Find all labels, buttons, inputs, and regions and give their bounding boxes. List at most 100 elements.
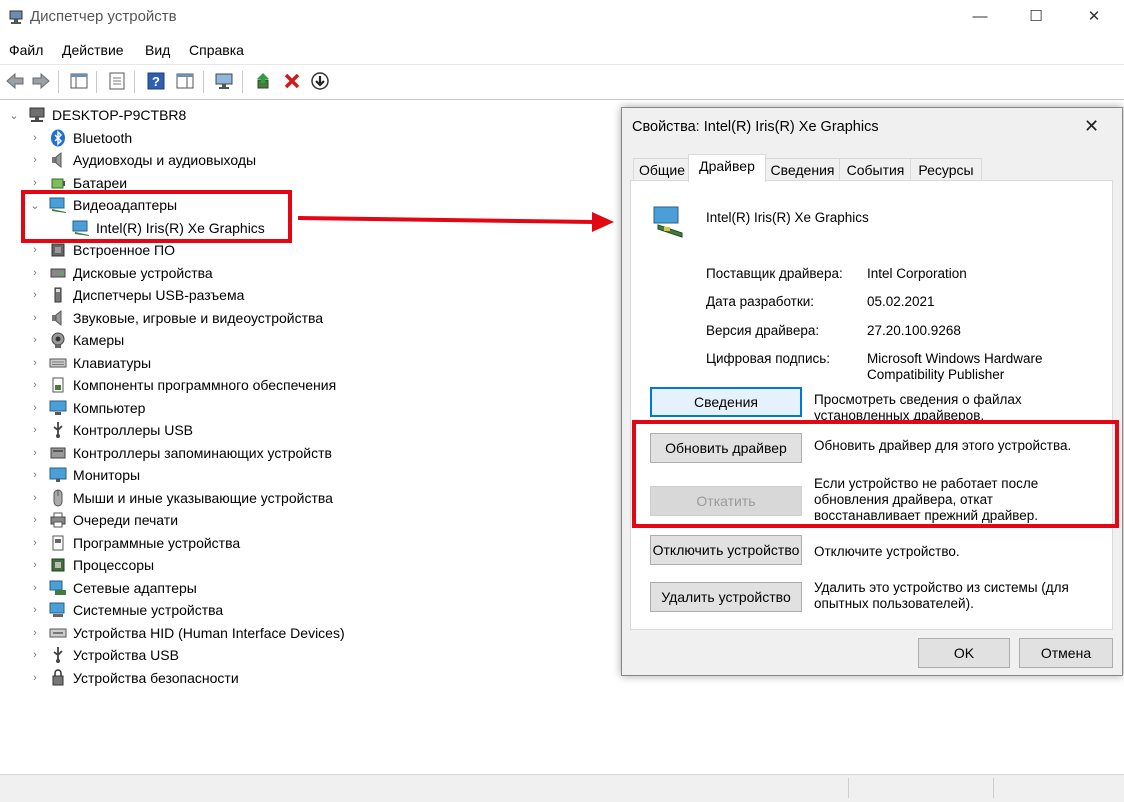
printer-icon (49, 511, 67, 529)
chevron-right-icon[interactable]: › (29, 447, 41, 459)
tree-item-category[interactable]: › Аудиовходы и аудиовыходы (29, 149, 256, 171)
tree-item-category[interactable]: › Компьютер (29, 397, 145, 419)
usb-icon (49, 646, 67, 664)
tree-item-label: Системные устройства (73, 602, 224, 618)
camera-icon (49, 331, 67, 349)
chevron-down-icon[interactable]: ⌄ (8, 109, 20, 122)
uninstall-device-button[interactable]: Удалить устройство (650, 582, 802, 612)
ok-button[interactable]: OK (918, 638, 1010, 668)
field-label-version: Версия драйвера: (706, 323, 820, 338)
console-tree-icon[interactable] (68, 70, 90, 92)
device-name: Intel(R) Iris(R) Xe Graphics (706, 210, 869, 225)
disable-device-button[interactable]: Отключить устройство (650, 535, 802, 565)
menu-file[interactable]: Файл (9, 42, 43, 58)
tree-item-label: Компоненты программного обеспечения (73, 377, 337, 393)
field-label-provider: Поставщик драйвера: (706, 266, 843, 281)
tree-item-category[interactable]: › Программные устройства (29, 532, 240, 554)
maximize-button[interactable]: ☐ (1013, 0, 1059, 34)
close-button[interactable]: ✕ (1071, 0, 1117, 34)
tree-root-label: DESKTOP-P9CTBR8 (52, 107, 187, 123)
disable-device-icon[interactable] (309, 70, 331, 92)
menu-view[interactable]: Вид (145, 42, 170, 58)
driver-details-button[interactable]: Сведения (650, 387, 802, 417)
tree-item-label: Встроенное ПО (73, 242, 175, 258)
cancel-button[interactable]: Отмена (1019, 638, 1113, 668)
tree-item-category[interactable]: › Контроллеры запоминающих устройств (29, 442, 332, 464)
tree-item-label: Компьютер (73, 400, 146, 416)
chevron-right-icon[interactable]: › (29, 132, 41, 144)
forward-icon[interactable] (30, 70, 52, 92)
tree-item-category[interactable]: › Звуковые, игровые и видеоустройства (29, 307, 323, 329)
tab-resources[interactable]: Ресурсы (910, 158, 982, 181)
field-value-date: 05.02.2021 (867, 294, 935, 309)
dialog-close-button[interactable]: ✕ (1084, 116, 1099, 137)
chevron-right-icon[interactable]: › (29, 357, 41, 369)
tree-item-category[interactable]: › Дисковые устройства (29, 262, 213, 284)
chevron-right-icon[interactable]: › (29, 334, 41, 346)
minimize-button[interactable]: — (957, 0, 1003, 34)
chevron-right-icon[interactable]: › (29, 537, 41, 549)
chevron-right-icon[interactable]: › (29, 402, 41, 414)
chevron-right-icon[interactable]: › (29, 559, 41, 571)
chevron-right-icon[interactable]: › (29, 604, 41, 616)
computer-icon (49, 399, 67, 417)
keyboard-icon (49, 354, 67, 372)
tab-driver[interactable]: Драйвер (688, 154, 766, 182)
tree-item-category[interactable]: › Клавиатуры (29, 352, 151, 374)
tree-item-category[interactable]: › Устройства USB (29, 644, 179, 666)
back-icon[interactable] (4, 70, 26, 92)
action-pane-icon[interactable] (174, 70, 196, 92)
tree-item-label: Аудиовходы и аудиовыходы (73, 152, 257, 168)
tree-item-category[interactable]: › Bluetooth (29, 127, 132, 149)
chevron-right-icon[interactable]: › (29, 627, 41, 639)
tree-item-label: Контроллеры USB (73, 422, 193, 438)
tab-general[interactable]: Общие (633, 158, 691, 181)
tree-item-category[interactable]: › Устройства безопасности (29, 667, 239, 689)
chevron-right-icon[interactable]: › (29, 469, 41, 481)
tree-item-label: Дисковые устройства (73, 265, 213, 281)
chevron-right-icon[interactable]: › (29, 649, 41, 661)
chevron-right-icon[interactable]: › (29, 267, 41, 279)
chevron-right-icon[interactable]: › (29, 244, 41, 256)
chevron-right-icon[interactable]: › (29, 154, 41, 166)
chevron-right-icon[interactable]: › (29, 424, 41, 436)
tree-item-category[interactable]: › Компоненты программного обеспечения (29, 374, 336, 396)
display-adapter-icon (652, 203, 688, 242)
chevron-right-icon[interactable]: › (29, 379, 41, 391)
tree-item-category[interactable]: › Устройства HID (Human Interface Devices… (29, 622, 344, 644)
tree-item-category[interactable]: › Мониторы (29, 464, 140, 486)
chevron-right-icon[interactable]: › (29, 514, 41, 526)
chevron-right-icon[interactable]: › (29, 177, 41, 189)
menu-action[interactable]: Действие (62, 42, 124, 58)
uninstall-icon[interactable] (281, 70, 303, 92)
tree-item-category[interactable]: › Очереди печати (29, 509, 178, 531)
chevron-right-icon[interactable]: › (29, 312, 41, 324)
chevron-right-icon[interactable]: › (29, 672, 41, 684)
tree-item-category[interactable]: › Мыши и иные указывающие устройства (29, 487, 333, 509)
tab-details[interactable]: Сведения (764, 158, 841, 181)
chevron-right-icon[interactable]: › (29, 289, 41, 301)
scan-hardware-icon[interactable] (213, 70, 235, 92)
menu-help[interactable]: Справка (189, 42, 244, 58)
menu-bar: Файл Действие Вид Справка (0, 38, 1124, 64)
tree-item-category[interactable]: › Процессоры (29, 554, 154, 576)
driver-details-description: Просмотреть сведения о файлах установлен… (814, 392, 1022, 423)
chevron-right-icon[interactable]: › (29, 582, 41, 594)
tree-item-category[interactable]: › Камеры (29, 329, 124, 351)
uninstall-device-description: Удалить это устройство из системы (для о… (814, 580, 1069, 611)
tree-item-label: Контроллеры запоминающих устройств (73, 445, 332, 461)
chevron-right-icon[interactable]: › (29, 492, 41, 504)
tab-events[interactable]: События (839, 158, 912, 181)
update-driver-icon[interactable] (253, 70, 275, 92)
tree-root[interactable]: ⌄ DESKTOP-P9CTBR8 (8, 104, 186, 126)
field-value-provider: Intel Corporation (867, 266, 967, 281)
title-bar: Диспетчер устройств — ☐ ✕ (0, 0, 1124, 36)
help-icon[interactable]: ? (145, 70, 167, 92)
disk-icon (49, 264, 67, 282)
tree-item-category[interactable]: › Сетевые адаптеры (29, 577, 197, 599)
device-manager-icon (8, 9, 24, 28)
tree-item-category[interactable]: › Контроллеры USB (29, 419, 193, 441)
tree-item-category[interactable]: › Диспетчеры USB-разъема (29, 284, 244, 306)
properties-icon[interactable] (106, 70, 128, 92)
tree-item-category[interactable]: › Системные устройства (29, 599, 223, 621)
